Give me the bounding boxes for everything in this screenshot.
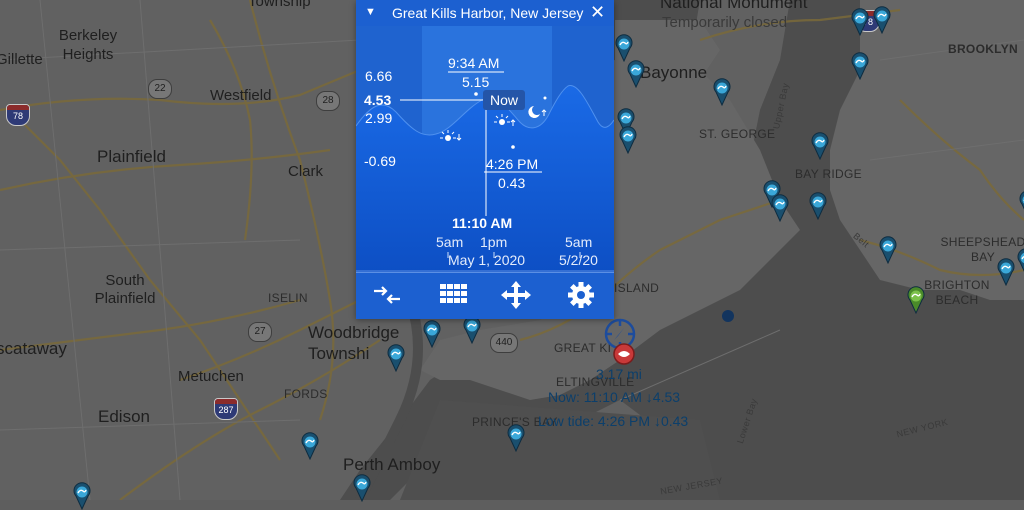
date-label-today: May 1, 2020 bbox=[448, 252, 525, 268]
place-label-westfield: Westfield bbox=[210, 88, 271, 104]
tide-station-pin[interactable] bbox=[850, 52, 870, 80]
low-tide-height: 0.43 bbox=[498, 175, 525, 191]
interstate-shield-287: 287 bbox=[214, 398, 238, 420]
tide-station-pin[interactable] bbox=[770, 194, 790, 222]
tide-station-pin[interactable] bbox=[386, 344, 406, 372]
grid-icon[interactable] bbox=[436, 281, 470, 309]
tide-station-pin[interactable] bbox=[506, 424, 526, 452]
tide-station-pin[interactable] bbox=[850, 8, 870, 36]
settings-icon[interactable] bbox=[564, 281, 598, 309]
panel-header: ▼ Great Kills Harbor, New Jersey ✕ bbox=[356, 0, 614, 26]
tide-station-pin[interactable] bbox=[614, 34, 634, 62]
tide-station-pin[interactable] bbox=[996, 258, 1016, 286]
date-label-next: 5/2/20 bbox=[559, 252, 598, 268]
now-tide-readout: Now: 11:10 AM ↓4.53 bbox=[548, 389, 680, 405]
tide-station-pin[interactable] bbox=[72, 482, 92, 510]
tide-station-pin[interactable] bbox=[906, 286, 926, 314]
distance-readout: 3.17 mi bbox=[596, 366, 642, 382]
place-label-bayonne: Bayonne bbox=[640, 64, 707, 82]
place-label-berkeley-heights: Berkeley Heights bbox=[58, 26, 118, 64]
low-tide-readout: Low tide: 4:26 PM ↓0.43 bbox=[538, 413, 688, 429]
current-time-label: 11:10 AM bbox=[452, 215, 512, 231]
place-label-perth-amboy: Perth Amboy bbox=[343, 456, 440, 474]
y-label-min: -0.69 bbox=[364, 153, 396, 169]
compare-icon[interactable] bbox=[370, 281, 404, 309]
tide-station-pin[interactable] bbox=[300, 432, 320, 460]
y-label-max: 6.66 bbox=[365, 68, 392, 84]
place-label-south-plainfield: South Plainfield bbox=[90, 272, 160, 308]
route-shield-22: 22 bbox=[148, 79, 172, 99]
close-icon[interactable]: ✕ bbox=[590, 2, 605, 23]
interstate-shield-78-west: 78 bbox=[6, 104, 30, 126]
high-tide-dot bbox=[474, 92, 478, 96]
high-tide-height: 5.15 bbox=[462, 74, 489, 90]
place-label-plainfield: Plainfield bbox=[97, 148, 166, 166]
user-location-dot[interactable] bbox=[722, 310, 734, 322]
tide-station-pin[interactable] bbox=[712, 78, 732, 106]
move-icon[interactable] bbox=[499, 281, 533, 309]
place-label-temporarily-closed: Temporarily closed bbox=[662, 15, 787, 31]
low-tide-time: 4:26 PM bbox=[486, 156, 538, 172]
y-label-mid: 2.99 bbox=[365, 110, 392, 126]
station-title[interactable]: Great Kills Harbor, New Jersey bbox=[392, 5, 588, 21]
tide-station-pin[interactable] bbox=[462, 316, 482, 344]
place-label-national-monument: National Monument bbox=[660, 0, 807, 12]
target-location-marker[interactable] bbox=[600, 318, 644, 370]
tide-panel: ▼ Great Kills Harbor, New Jersey ✕ bbox=[356, 0, 614, 318]
place-label-brooklyn: Brooklyn bbox=[948, 43, 1018, 56]
tide-station-pin[interactable] bbox=[872, 6, 892, 34]
place-label-bay-ridge: Bay Ridge bbox=[795, 168, 862, 181]
place-label-township: Township bbox=[248, 0, 311, 10]
x-label-5am: 5am bbox=[436, 234, 463, 250]
place-label-island: Island bbox=[614, 282, 659, 295]
place-label-piscataway: scataway bbox=[0, 340, 67, 358]
place-label-metuchen: Metuchen bbox=[178, 369, 244, 385]
tide-station-pin[interactable] bbox=[626, 60, 646, 88]
x-label-5am-next: 5am bbox=[565, 234, 592, 250]
y-label-current: 4.53 bbox=[364, 92, 391, 108]
tide-station-pin[interactable] bbox=[422, 320, 442, 348]
now-tag: Now bbox=[483, 90, 525, 110]
panel-toolbar bbox=[356, 272, 614, 319]
tide-station-pin[interactable] bbox=[1018, 190, 1024, 218]
place-label-st-george: St. George bbox=[699, 128, 775, 141]
tide-station-pin[interactable] bbox=[808, 192, 828, 220]
route-shield-28: 28 bbox=[316, 91, 340, 111]
collapse-icon[interactable]: ▼ bbox=[365, 6, 376, 18]
x-label-1pm: 1pm bbox=[480, 234, 507, 250]
tide-station-pin[interactable] bbox=[810, 132, 830, 160]
route-shield-27: 27 bbox=[248, 322, 272, 342]
low-tide-dot bbox=[511, 145, 515, 149]
place-label-edison: Edison bbox=[98, 408, 150, 426]
place-label-clark: Clark bbox=[288, 164, 323, 180]
route-shield-440: 440 bbox=[490, 333, 518, 353]
place-label-fords: Fords bbox=[284, 388, 328, 401]
place-label-iselin: Iselin bbox=[268, 292, 308, 305]
tide-station-pin[interactable] bbox=[878, 236, 898, 264]
tide-station-pin[interactable] bbox=[352, 474, 372, 502]
tide-station-pin[interactable] bbox=[618, 126, 638, 154]
tide-station-pin[interactable] bbox=[1016, 248, 1024, 276]
place-label-brighton-beach: Brighton Beach bbox=[922, 278, 992, 308]
place-label-gillette: Gillette bbox=[0, 52, 43, 68]
high-tide-time: 9:34 AM bbox=[448, 55, 499, 71]
